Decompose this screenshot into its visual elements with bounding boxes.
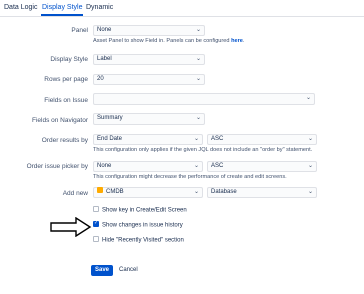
show-changes-label: Show changes in issue history bbox=[102, 222, 183, 229]
show-changes-checkbox[interactable] bbox=[93, 220, 99, 227]
order-results-help: This configuration only applies if the g… bbox=[93, 147, 313, 153]
fields-on-navigator-select[interactable]: Summary ⌄ bbox=[93, 113, 205, 125]
hide-recently-visited-label: Hide "Recently Visited" section bbox=[102, 237, 184, 244]
chevron-down-icon: ⌄ bbox=[193, 136, 199, 142]
cancel-button[interactable]: Cancel bbox=[119, 267, 138, 273]
chevron-down-icon: ⌄ bbox=[193, 163, 199, 169]
show-key-option[interactable]: Show key in Create/Edit Screen bbox=[93, 206, 187, 214]
order-picker-label: Order issue picker by bbox=[26, 163, 88, 170]
panel-value: None bbox=[97, 27, 112, 33]
add-new-type-select[interactable]: CMDB ⌄ bbox=[93, 187, 203, 198]
fields-on-issue-label: Fields on Issue bbox=[44, 97, 88, 104]
add-new-label: Add new bbox=[62, 190, 88, 197]
panel-help-text: Asset Panel to show Field in. Panels can… bbox=[93, 38, 232, 44]
order-results-label: Order results by bbox=[41, 137, 88, 144]
chevron-down-icon: ⌄ bbox=[195, 115, 201, 121]
display-style-label: Display Style bbox=[50, 56, 88, 63]
hide-recently-visited-option[interactable]: Hide "Recently Visited" section bbox=[93, 236, 184, 244]
chevron-down-icon: ⌄ bbox=[307, 163, 313, 169]
tab-data-logic[interactable]: Data Logic bbox=[4, 4, 37, 11]
show-key-label: Show key in Create/Edit Screen bbox=[102, 207, 187, 214]
show-changes-option[interactable]: Show changes in issue history bbox=[93, 220, 183, 229]
panel-help-suffix: . bbox=[242, 38, 245, 44]
chevron-down-icon: ⌄ bbox=[193, 189, 199, 195]
order-picker-dir-select[interactable]: ASC ⌄ bbox=[207, 161, 317, 172]
order-picker-help: This configuration might decrease the pe… bbox=[93, 174, 287, 180]
chevron-down-icon: ⌄ bbox=[195, 27, 201, 33]
order-picker-field-value: None bbox=[97, 163, 112, 169]
order-results-field-value: End Date bbox=[97, 136, 123, 142]
order-picker-dir-value: ASC bbox=[211, 163, 224, 169]
order-results-field-select[interactable]: End Date ⌄ bbox=[93, 134, 203, 145]
add-new-object-select[interactable]: Database ⌄ bbox=[207, 187, 317, 198]
add-new-type-value: CMDB bbox=[106, 189, 124, 195]
chevron-down-icon: ⌄ bbox=[307, 136, 313, 142]
tab-bar: Data Logic Display Style Dynamic bbox=[0, 0, 364, 17]
panel-help: Asset Panel to show Field in. Panels can… bbox=[93, 38, 244, 44]
fields-on-navigator-label: Fields on Navigator bbox=[32, 117, 88, 124]
panel-help-link[interactable]: here bbox=[231, 38, 243, 44]
display-style-select[interactable]: Label ⌄ bbox=[93, 54, 205, 65]
display-style-value: Label bbox=[97, 56, 112, 62]
chevron-down-icon: ⌄ bbox=[305, 95, 311, 101]
chevron-down-icon: ⌄ bbox=[195, 76, 201, 82]
order-results-dir-value: ASC bbox=[211, 136, 224, 142]
fields-on-issue-select[interactable]: ⌄ bbox=[93, 93, 315, 105]
panel-select[interactable]: None ⌄ bbox=[93, 25, 205, 36]
panel-label: Panel bbox=[71, 27, 88, 34]
annotation-arrow-icon bbox=[50, 217, 92, 237]
cmdb-icon bbox=[97, 187, 103, 194]
save-button[interactable]: Save bbox=[91, 265, 113, 276]
hide-recently-visited-checkbox[interactable] bbox=[93, 236, 99, 242]
fields-on-navigator-value: Summary bbox=[97, 115, 123, 121]
add-new-object-value: Database bbox=[211, 189, 237, 195]
order-results-dir-select[interactable]: ASC ⌄ bbox=[207, 134, 317, 145]
chevron-down-icon: ⌄ bbox=[307, 189, 313, 195]
show-key-checkbox[interactable] bbox=[93, 206, 99, 212]
order-picker-field-select[interactable]: None ⌄ bbox=[93, 161, 203, 172]
chevron-down-icon: ⌄ bbox=[195, 56, 201, 62]
rows-per-page-value: 20 bbox=[97, 76, 104, 82]
tab-display-style[interactable]: Display Style bbox=[40, 4, 84, 16]
rows-per-page-select[interactable]: 20 ⌄ bbox=[93, 74, 205, 85]
rows-per-page-label: Rows per page bbox=[44, 76, 88, 83]
tab-dynamic[interactable]: Dynamic bbox=[86, 4, 113, 11]
